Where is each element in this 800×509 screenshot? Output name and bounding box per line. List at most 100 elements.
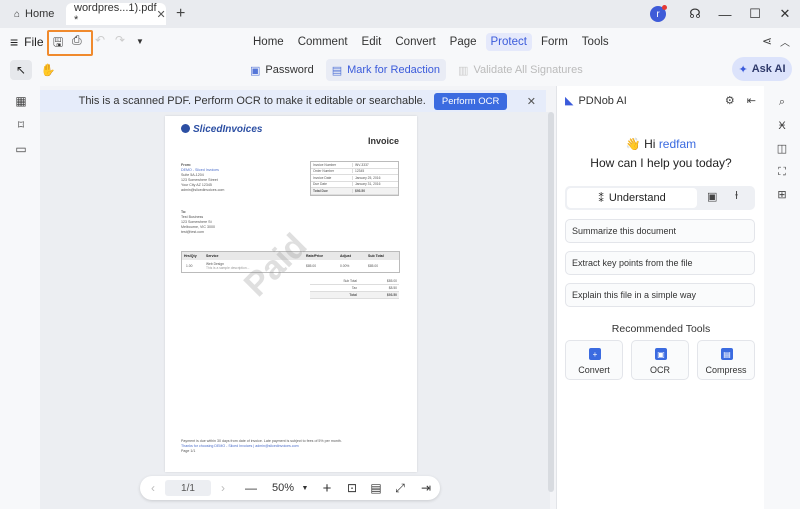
vertical-scrollbar[interactable]	[548, 112, 554, 492]
maximize-button[interactable]: ☐	[740, 0, 770, 28]
next-page-icon[interactable]: ›	[216, 476, 230, 500]
quick-access-dropdown-icon[interactable]: ▼	[136, 37, 144, 46]
exit-icon[interactable]: ⇥	[418, 476, 434, 500]
search-icon[interactable]: ⌕	[775, 96, 789, 110]
invoice-logo: SlicedInvoices	[181, 124, 262, 135]
password-button[interactable]: ▣ Password	[244, 59, 320, 81]
close-tab-icon[interactable]: ✕	[157, 8, 166, 21]
new-tab-button[interactable]: +	[176, 5, 185, 23]
lock-icon: ▣	[250, 64, 261, 77]
tool-convert[interactable]: + Convert	[565, 340, 623, 380]
zoom-in-icon[interactable]: +	[320, 476, 334, 500]
left-sidebar: ▦ ⌑ ▭	[0, 86, 40, 509]
menu-home[interactable]: Home	[248, 33, 289, 51]
avatar[interactable]: r	[650, 5, 667, 22]
file-menu-button[interactable]: ≡ File	[10, 34, 44, 50]
signature-icon: ▥	[458, 64, 469, 77]
right-sidebar: ⌕ Ӿ ◫ ⛶ ⊞	[764, 86, 800, 509]
thumbnails-icon[interactable]: ▦	[14, 94, 28, 108]
redo-icon[interactable]: ↷	[115, 33, 125, 47]
tab-home-label: Home	[25, 8, 55, 20]
understand-icon: ⁑	[598, 192, 604, 205]
share-icon[interactable]: ⋖	[762, 34, 772, 48]
to-line: test@test.com	[181, 230, 205, 234]
menu-protect[interactable]: Protect	[485, 33, 532, 51]
tab-document-label: wordpres...1).pdf *	[74, 2, 157, 26]
home-icon: ⌂	[14, 8, 21, 20]
select-tool-icon[interactable]: ↖	[10, 60, 32, 80]
redaction-icon: ▤	[331, 64, 343, 77]
ai-panel-title: PDNob AI	[578, 94, 627, 107]
settings-icon[interactable]: ⚙	[725, 94, 735, 107]
mark-for-redaction-button[interactable]: ▤ Mark for Redaction	[325, 59, 447, 81]
screenshot-icon[interactable]: ⊞	[775, 188, 789, 202]
invoice-title: Invoice	[367, 136, 399, 146]
redaction-label: Mark for Redaction	[347, 64, 441, 76]
validate-signatures-button[interactable]: ▥ Validate All Signatures	[452, 59, 589, 81]
read-mode-icon[interactable]: ▤	[368, 476, 384, 500]
menu-tools[interactable]: Tools	[577, 33, 614, 51]
sparkle-icon: ✦	[738, 63, 748, 76]
highlight-box	[47, 30, 93, 56]
bottom-toolbar: ‹ 1/1 › — 50% ▼ + ⊡ ▤ ⤢ ⇥	[140, 476, 440, 500]
zoom-out-icon[interactable]: —	[244, 476, 258, 500]
chat-mode-icon[interactable]: ▣	[707, 190, 717, 203]
suggestion-summarize[interactable]: Summarize this document	[565, 219, 755, 243]
file-label: File	[24, 35, 44, 49]
menu-edit[interactable]: Edit	[357, 33, 387, 51]
zoom-level[interactable]: 50%	[268, 476, 298, 500]
validate-label: Validate All Signatures	[473, 64, 583, 76]
minimize-button[interactable]: —	[710, 0, 740, 28]
paid-watermark: Paid	[236, 226, 315, 304]
headset-icon[interactable]: ☊	[680, 0, 710, 28]
comment-icon[interactable]: ▭	[14, 142, 28, 156]
menu-comment[interactable]: Comment	[293, 33, 353, 51]
ai-header-actions: ⚙ ⇤	[725, 94, 756, 107]
pdnob-logo-icon: ◣	[565, 95, 574, 107]
ocr-banner: This is a scanned PDF. Perform OCR to ma…	[40, 90, 546, 112]
chevron-up-icon[interactable]: ︿	[780, 34, 790, 49]
menu-convert[interactable]: Convert	[390, 33, 440, 51]
hand-tool-icon[interactable]: ✋	[37, 60, 59, 80]
ai-panel: ◣ PDNob AI ⚙ ⇤ 👋 Hi redfam How can I hel…	[556, 86, 764, 509]
understand-mode-button[interactable]: ⁑ Understand	[567, 188, 697, 208]
tab-document[interactable]: wordpres...1).pdf * ✕	[66, 2, 166, 26]
zoom-dropdown-icon[interactable]: ▼	[300, 476, 310, 500]
suggestion-explain[interactable]: Explain this file in a simple way	[565, 283, 755, 307]
prev-page-icon[interactable]: ‹	[146, 476, 160, 500]
bookmark-icon[interactable]: ⌑	[14, 118, 28, 132]
tool-compress[interactable]: ▤ Compress	[697, 340, 755, 380]
fullscreen-icon[interactable]: ⤢	[392, 476, 408, 500]
page-indicator[interactable]: 1/1	[165, 480, 211, 496]
ask-ai-button[interactable]: ✦ Ask AI	[732, 57, 792, 81]
footer-line: Page 1/1	[181, 449, 196, 453]
collapse-panel-icon[interactable]: ⇤	[747, 94, 756, 107]
hamburger-icon: ≡	[10, 34, 19, 50]
undo-icon[interactable]: ↶	[95, 33, 105, 47]
ai-panel-header: ◣ PDNob AI	[565, 94, 627, 108]
perform-ocr-button[interactable]: Perform OCR	[433, 92, 508, 110]
suggestion-key-points[interactable]: Extract key points from the file	[565, 251, 755, 275]
tab-home[interactable]: ⌂ Home	[6, 3, 62, 25]
close-window-button[interactable]: ✕	[770, 0, 800, 28]
text-mode-icon[interactable]: Ɨ	[735, 190, 738, 202]
tool-ocr[interactable]: ▣ OCR	[631, 340, 689, 380]
close-banner-icon[interactable]: ✕	[527, 95, 536, 108]
fit-page-icon[interactable]: ⊡	[344, 476, 360, 500]
menu-page[interactable]: Page	[445, 33, 482, 51]
footer-line: Thanks for choosing DEMO - Sliced Invoic…	[181, 444, 299, 448]
translate-icon[interactable]: Ӿ	[775, 120, 789, 134]
convert-icon: +	[589, 348, 601, 360]
ask-ai-label: Ask AI	[751, 63, 786, 75]
pdf-page[interactable]: SlicedInvoices Invoice From: DEMO - Slic…	[165, 116, 417, 472]
compress-icon: ▤	[721, 348, 733, 360]
ocr-banner-message: This is a scanned PDF. Perform OCR to ma…	[78, 95, 426, 107]
ocr-icon: ▣	[655, 348, 667, 360]
menu-form[interactable]: Form	[536, 33, 573, 51]
username: redfam	[658, 137, 697, 151]
scan-icon[interactable]: ⛶	[775, 166, 789, 180]
compare-icon[interactable]: ◫	[775, 142, 789, 156]
totals-table: Sub Total $85.00 Tax $8.50 Total $93.50	[310, 278, 399, 299]
from-line: admin@slicedinvoices.com	[181, 188, 225, 192]
window-controls: r ☊ — ☐ ✕	[650, 0, 800, 28]
